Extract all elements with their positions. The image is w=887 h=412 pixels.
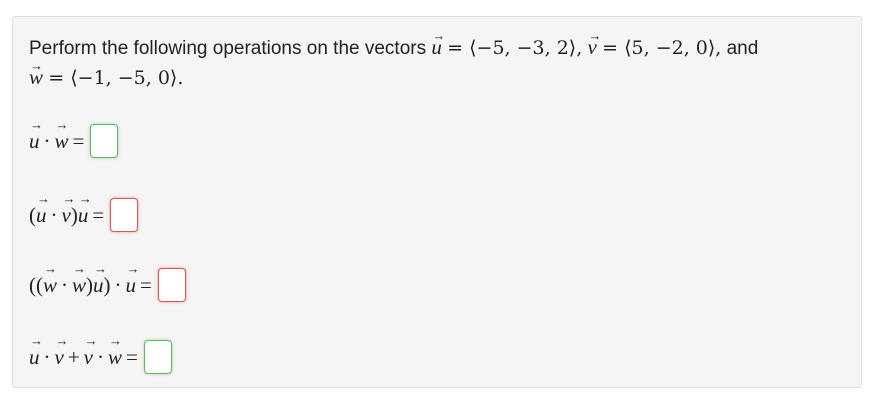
q4-vector-v: v xyxy=(55,333,70,370)
v-definition: = ⟨5, −2, 0⟩, xyxy=(602,37,722,59)
q3-vector-u-2: u xyxy=(126,261,139,298)
vector-v: v xyxy=(588,21,603,62)
q1-equals: = xyxy=(72,128,85,153)
and-word: and xyxy=(726,38,759,59)
q1-vector-u: u xyxy=(29,117,42,154)
q4-plus: + xyxy=(67,344,80,369)
answer-input-2[interactable] xyxy=(110,198,139,232)
question-card: Perform the following operations on the … xyxy=(12,16,862,388)
vector-w: w xyxy=(29,51,43,92)
q2-vector-u-2: u xyxy=(78,191,91,228)
w-definition: = ⟨−1, −5, 0⟩. xyxy=(48,67,184,89)
q4-dot-1: · xyxy=(43,344,51,369)
q3-vector-u: u xyxy=(93,261,106,298)
answer-input-1[interactable] xyxy=(90,124,119,158)
q2-vector-u: u xyxy=(36,191,49,228)
question-row-2: ( u · v ) u = xyxy=(29,191,139,235)
q4-vector-v-2: v xyxy=(84,333,99,370)
q2-dot: · xyxy=(50,202,58,227)
q4-equals: = xyxy=(126,344,138,369)
q3-close-paren-1: ) xyxy=(86,272,94,297)
u-definition: = ⟨−5, −3, 2⟩, xyxy=(447,37,583,59)
intro-text: Perform the following operations on the … xyxy=(29,38,427,59)
q3-dot-1: · xyxy=(61,272,69,297)
q3-vector-w: w xyxy=(43,261,57,298)
question-row-4: u · v + v · w = xyxy=(29,333,172,377)
q2-equals: = xyxy=(92,202,105,227)
q1-vector-w: w xyxy=(55,117,69,154)
problem-statement: Perform the following operations on the … xyxy=(29,21,849,93)
q3-dot-2: · xyxy=(114,272,122,297)
q2-vector-v: v xyxy=(62,191,77,228)
q3-open-paren: (( xyxy=(29,272,43,297)
answer-input-4[interactable] xyxy=(143,340,172,374)
answer-input-3[interactable] xyxy=(157,268,186,302)
question-row-1: u · w = xyxy=(29,117,119,161)
vector-u: u xyxy=(431,21,444,62)
q2-open-paren: ( xyxy=(29,202,36,227)
q4-vector-w: w xyxy=(108,333,122,370)
question-row-3: (( w · w ) u ) · u = xyxy=(29,261,186,305)
q1-dot: · xyxy=(43,128,51,153)
q4-vector-u: u xyxy=(29,333,42,370)
q3-vector-w-2: w xyxy=(72,261,86,298)
q4-dot-2: · xyxy=(97,344,104,369)
q3-equals: = xyxy=(140,272,152,297)
